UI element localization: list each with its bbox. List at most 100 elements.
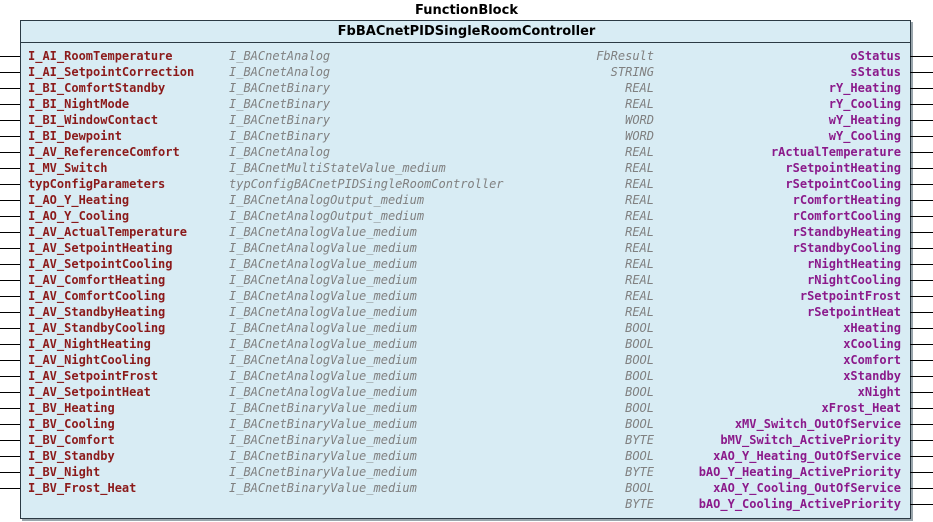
input-pin-name[interactable]: I_AV_NightHeating — [28, 336, 151, 352]
input-pin-line[interactable] — [0, 200, 20, 201]
input-pin-line[interactable] — [0, 424, 20, 425]
output-pin-name[interactable]: rSetpointFrost — [800, 288, 901, 304]
output-pin-name[interactable]: xAO_Y_Heating_OutOfService — [713, 448, 901, 464]
input-pin-name[interactable]: I_AO_Y_Heating — [28, 192, 129, 208]
output-pin-line[interactable] — [910, 424, 933, 425]
input-pin-line[interactable] — [0, 152, 20, 153]
input-pin-name[interactable]: I_AV_ActualTemperature — [28, 224, 187, 240]
input-pin-line[interactable] — [0, 120, 20, 121]
input-pin-line[interactable] — [0, 216, 20, 217]
output-pin-name[interactable]: sStatus — [850, 64, 901, 80]
output-pin-line[interactable] — [910, 392, 933, 393]
output-pin-name[interactable]: rSetpointHeating — [785, 160, 901, 176]
input-pin-line[interactable] — [0, 488, 20, 489]
input-pin-line[interactable] — [0, 440, 20, 441]
input-pin-line[interactable] — [0, 104, 20, 105]
output-pin-name[interactable]: wY_Heating — [829, 112, 901, 128]
output-pin-line[interactable] — [910, 456, 933, 457]
input-pin-name[interactable]: I_AV_SetpointCooling — [28, 256, 173, 272]
input-pin-name[interactable]: I_MV_Switch — [28, 160, 107, 176]
input-pin-line[interactable] — [0, 280, 20, 281]
output-pin-line[interactable] — [910, 56, 933, 57]
output-pin-name[interactable]: rSetpointCooling — [785, 176, 901, 192]
output-pin-line[interactable] — [910, 408, 933, 409]
input-pin-line[interactable] — [0, 56, 20, 57]
output-pin-name[interactable]: xAO_Y_Cooling_OutOfService — [713, 480, 901, 496]
input-pin-line[interactable] — [0, 456, 20, 457]
output-pin-name[interactable]: xHeating — [843, 320, 901, 336]
input-pin-line[interactable] — [0, 136, 20, 137]
output-pin-line[interactable] — [910, 440, 933, 441]
input-pin-line[interactable] — [0, 184, 20, 185]
output-pin-name[interactable]: rComfortHeating — [793, 192, 901, 208]
input-pin-name[interactable]: I_BV_Cooling — [28, 416, 115, 432]
input-pin-name[interactable]: I_BV_Frost_Heat — [28, 480, 136, 496]
input-pin-name[interactable]: I_AV_StandbyCooling — [28, 320, 165, 336]
output-pin-name[interactable]: oStatus — [850, 48, 901, 64]
output-pin-name[interactable]: rStandbyHeating — [793, 224, 901, 240]
input-pin-name[interactable]: I_AV_ComfortCooling — [28, 288, 165, 304]
input-pin-line[interactable] — [0, 72, 20, 73]
output-pin-line[interactable] — [910, 104, 933, 105]
input-pin-name[interactable]: I_AI_RoomTemperature — [28, 48, 173, 64]
input-pin-line[interactable] — [0, 248, 20, 249]
input-pin-name[interactable]: I_AV_SetpointHeat — [28, 384, 151, 400]
input-pin-name[interactable]: I_AV_ComfortHeating — [28, 272, 165, 288]
input-pin-name[interactable]: I_AV_SetpointFrost — [28, 368, 158, 384]
output-pin-line[interactable] — [910, 296, 933, 297]
output-pin-line[interactable] — [910, 344, 933, 345]
output-pin-line[interactable] — [910, 376, 933, 377]
output-pin-line[interactable] — [910, 280, 933, 281]
input-pin-name[interactable]: I_BV_Comfort — [28, 432, 115, 448]
output-pin-name[interactable]: bMV_Switch_ActivePriority — [720, 432, 901, 448]
input-pin-line[interactable] — [0, 376, 20, 377]
output-pin-name[interactable]: xStandby — [843, 368, 901, 384]
input-pin-name[interactable]: I_BI_NightMode — [28, 96, 129, 112]
input-pin-line[interactable] — [0, 360, 20, 361]
output-pin-name[interactable]: bAO_Y_Cooling_ActivePriority — [699, 496, 901, 512]
input-pin-line[interactable] — [0, 168, 20, 169]
input-pin-name[interactable]: I_BI_ComfortStandby — [28, 80, 165, 96]
output-pin-name[interactable]: rNightCooling — [807, 272, 901, 288]
output-pin-name[interactable]: xCooling — [843, 336, 901, 352]
output-pin-name[interactable]: wY_Cooling — [829, 128, 901, 144]
input-pin-line[interactable] — [0, 408, 20, 409]
output-pin-line[interactable] — [910, 120, 933, 121]
output-pin-name[interactable]: xComfort — [843, 352, 901, 368]
input-pin-name[interactable]: I_AV_SetpointHeating — [28, 240, 173, 256]
input-pin-line[interactable] — [0, 472, 20, 473]
output-pin-line[interactable] — [910, 152, 933, 153]
output-pin-name[interactable]: rY_Heating — [829, 80, 901, 96]
input-pin-name[interactable]: I_AV_NightCooling — [28, 352, 151, 368]
output-pin-line[interactable] — [910, 488, 933, 489]
output-pin-line[interactable] — [910, 248, 933, 249]
output-pin-line[interactable] — [910, 264, 933, 265]
output-pin-name[interactable]: xFrost_Heat — [822, 400, 901, 416]
input-pin-name[interactable]: I_AO_Y_Cooling — [28, 208, 129, 224]
output-pin-name[interactable]: xMV_Switch_OutOfService — [735, 416, 901, 432]
input-pin-name[interactable]: I_BV_Standby — [28, 448, 115, 464]
output-pin-name[interactable]: rActualTemperature — [771, 144, 901, 160]
input-pin-line[interactable] — [0, 328, 20, 329]
input-pin-name[interactable]: I_AV_ReferenceComfort — [28, 144, 180, 160]
input-pin-line[interactable] — [0, 344, 20, 345]
output-pin-line[interactable] — [910, 472, 933, 473]
output-pin-name[interactable]: bAO_Y_Heating_ActivePriority — [699, 464, 901, 480]
input-pin-line[interactable] — [0, 88, 20, 89]
output-pin-name[interactable]: rStandbyCooling — [793, 240, 901, 256]
input-pin-name[interactable]: I_BI_Dewpoint — [28, 128, 122, 144]
input-pin-name[interactable]: typConfigParameters — [28, 176, 165, 192]
input-pin-name[interactable]: I_AI_SetpointCorrection — [28, 64, 194, 80]
output-pin-line[interactable] — [910, 328, 933, 329]
output-pin-name[interactable]: rNightHeating — [807, 256, 901, 272]
input-pin-name[interactable]: I_BI_WindowContact — [28, 112, 158, 128]
output-pin-line[interactable] — [910, 216, 933, 217]
output-pin-name[interactable]: rSetpointHeat — [807, 304, 901, 320]
output-pin-line[interactable] — [910, 184, 933, 185]
input-pin-line[interactable] — [0, 312, 20, 313]
output-pin-line[interactable] — [910, 168, 933, 169]
output-pin-name[interactable]: xNight — [858, 384, 901, 400]
input-pin-name[interactable]: I_BV_Night — [28, 464, 100, 480]
output-pin-name[interactable]: rY_Cooling — [829, 96, 901, 112]
output-pin-line[interactable] — [910, 136, 933, 137]
